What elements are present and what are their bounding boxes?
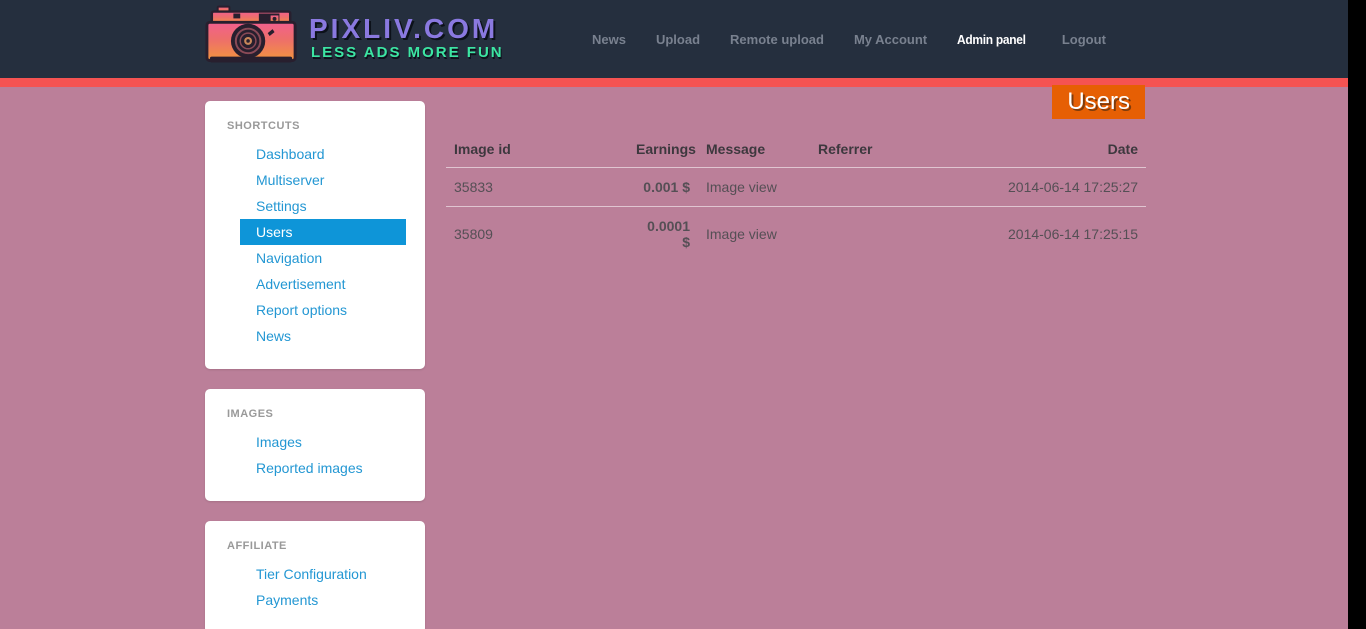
sidebar-heading-images: IMAGES [227, 408, 274, 420]
column-header-referrer: Referrer [810, 133, 936, 168]
column-header-image-id: Image id [446, 133, 628, 168]
sidebar-item-settings[interactable]: Settings [240, 193, 406, 219]
top-navigation: News Upload Remote upload My Account Adm… [592, 0, 1106, 78]
logo-text: PIXLIV.COM LESS ADS MORE FUN [309, 14, 504, 62]
sidebar-panel-images: IMAGES Images Reported images [205, 389, 425, 501]
earnings-table-container: Image id Earnings Message Referrer Date … [446, 133, 1146, 261]
nav-item-news[interactable]: News [592, 32, 626, 47]
cell-message: Image view [706, 226, 777, 242]
logo-title: PIXLIV.COM [309, 13, 499, 44]
page-title: Users [1052, 85, 1145, 119]
sidebar-list-images: Images Reported images [240, 429, 406, 481]
sidebar-item-payments[interactable]: Payments [240, 587, 406, 613]
table-row: 35833 0.001 $ Image view 2014-06-14 17:2… [446, 167, 1146, 207]
site-header: PIXLIV.COM LESS ADS MORE FUN News Upload… [0, 0, 1348, 78]
column-header-earnings: Earnings [628, 133, 698, 168]
sidebar-panel-shortcuts: SHORTCUTS Dashboard Multiserver Settings… [205, 101, 425, 369]
nav-item-remote-upload[interactable]: Remote upload [730, 32, 824, 47]
nav-item-admin-panel[interactable]: Admin panel [957, 32, 1026, 47]
site-logo[interactable]: PIXLIV.COM LESS ADS MORE FUN [203, 3, 504, 73]
nav-item-my-account[interactable]: My Account [854, 32, 927, 47]
sidebar-item-advertisement[interactable]: Advertisement [240, 271, 406, 297]
sidebar-item-users[interactable]: Users [240, 219, 406, 245]
table-row: 35809 0.0001 $ Image view 2014-06-14 17:… [446, 207, 1146, 262]
cell-earnings: 0.0001 $ [647, 218, 690, 250]
sidebar-item-reported-images[interactable]: Reported images [240, 455, 406, 481]
column-header-message: Message [698, 133, 810, 168]
logo-tagline: LESS ADS MORE FUN [311, 44, 504, 61]
table-header-row: Image id Earnings Message Referrer Date [446, 133, 1146, 168]
sidebar-heading-shortcuts: SHORTCUTS [227, 120, 300, 132]
sidebar-panel-affiliate: AFFILIATE Tier Configuration Payments [205, 521, 425, 629]
camera-logo-icon [205, 5, 297, 63]
sidebar: SHORTCUTS Dashboard Multiserver Settings… [205, 101, 425, 629]
cell-referrer [810, 207, 936, 262]
cell-image-id: 35833 [446, 167, 628, 207]
admin-page: PIXLIV.COM LESS ADS MORE FUN News Upload… [0, 0, 1348, 629]
sidebar-heading-affiliate: AFFILIATE [227, 540, 287, 552]
sidebar-item-tier-configuration[interactable]: Tier Configuration [240, 561, 406, 587]
sidebar-item-images[interactable]: Images [240, 429, 406, 455]
cell-date: 2014-06-14 17:25:27 [936, 167, 1146, 207]
sidebar-item-dashboard[interactable]: Dashboard [240, 141, 406, 167]
cell-message: Image view [698, 167, 810, 207]
nav-item-upload[interactable]: Upload [656, 32, 700, 47]
cell-earnings: 0.001 $ [628, 167, 698, 207]
sidebar-item-multiserver[interactable]: Multiserver [240, 167, 406, 193]
column-header-date: Date [936, 133, 1146, 168]
accent-strip [0, 78, 1348, 87]
sidebar-item-navigation[interactable]: Navigation [240, 245, 406, 271]
nav-item-logout[interactable]: Logout [1062, 32, 1106, 47]
sidebar-item-news[interactable]: News [240, 323, 406, 349]
sidebar-item-report-options[interactable]: Report options [240, 297, 406, 323]
cell-date: 2014-06-14 17:25:15 [1008, 226, 1138, 242]
sidebar-list-shortcuts: Dashboard Multiserver Settings Users Nav… [240, 141, 406, 349]
cell-image-id: 35809 [454, 226, 493, 242]
browser-viewport: PIXLIV.COM LESS ADS MORE FUN News Upload… [0, 0, 1366, 629]
cell-referrer [810, 167, 936, 207]
sidebar-list-affiliate: Tier Configuration Payments [240, 561, 406, 613]
earnings-table: Image id Earnings Message Referrer Date … [446, 133, 1146, 261]
